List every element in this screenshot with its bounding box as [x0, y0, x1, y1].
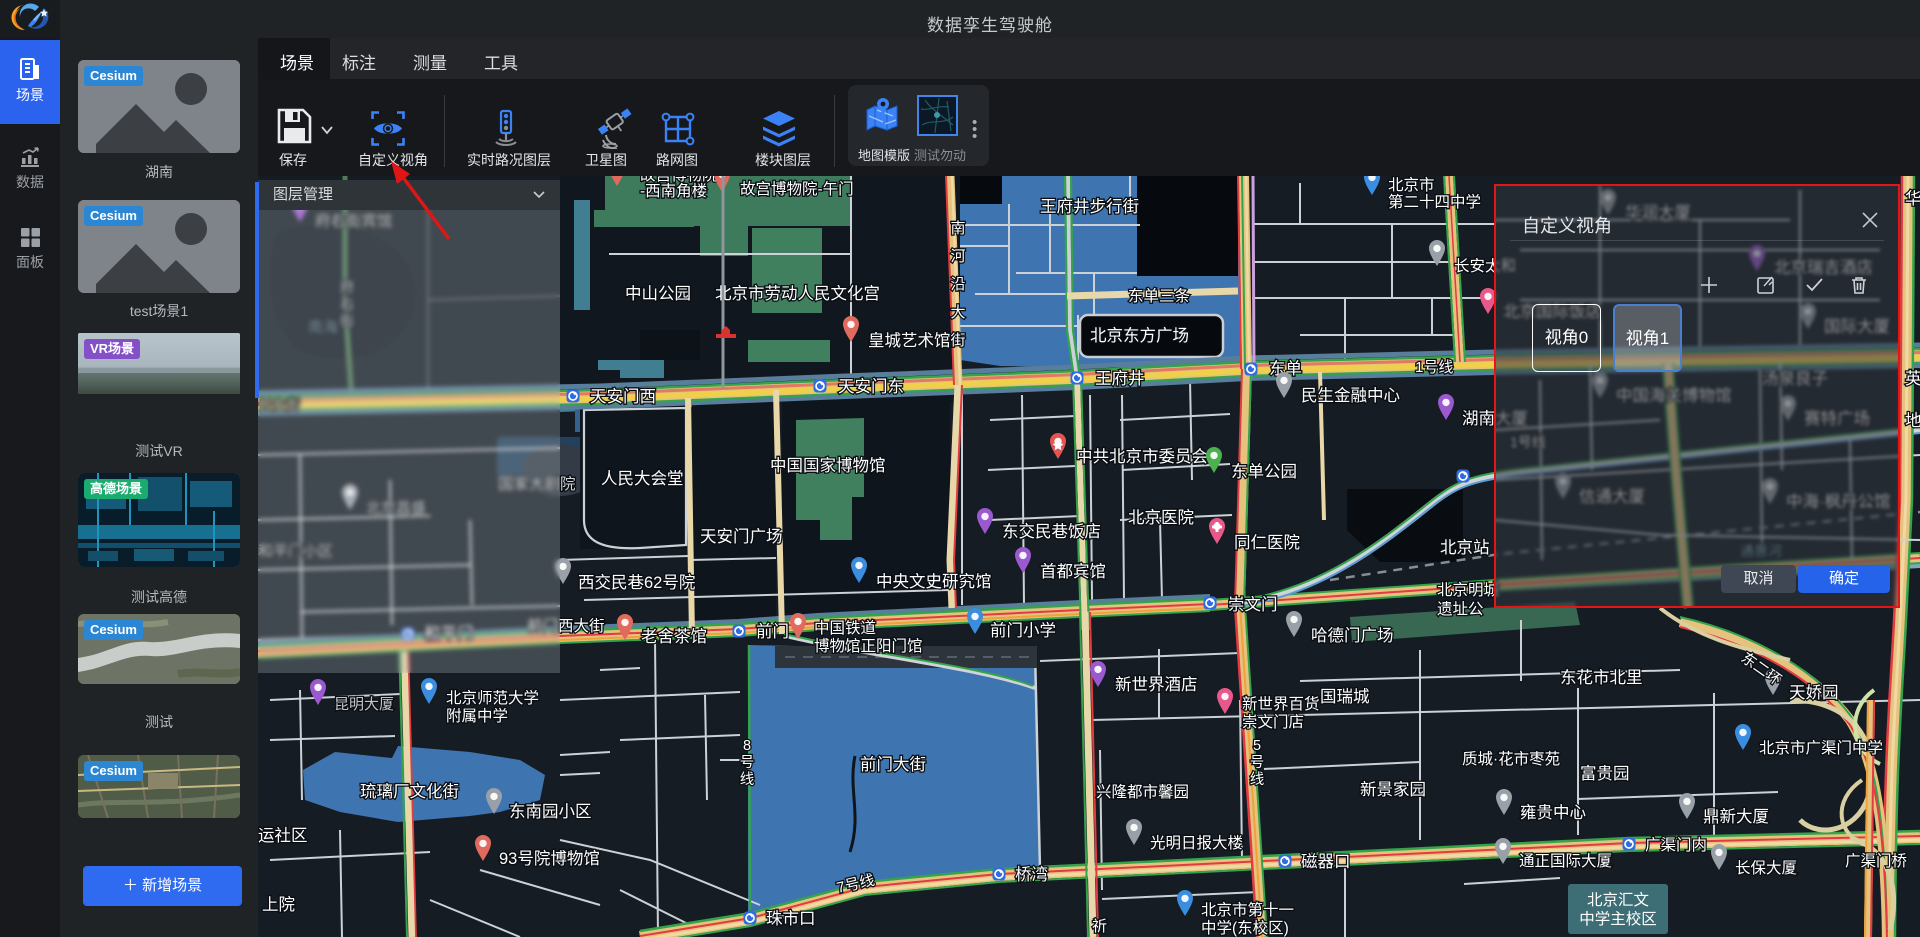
svg-text:人民大会堂: 人民大会堂 [601, 469, 684, 488]
svg-text:王府井: 王府井 [1095, 369, 1145, 388]
svg-text:国瑞城: 国瑞城 [1320, 687, 1370, 706]
svg-text:磁器口: 磁器口 [1301, 852, 1351, 871]
svg-text:鼎新大厦: 鼎新大厦 [1703, 807, 1769, 826]
svg-text:长保大厦: 长保大厦 [1735, 859, 1797, 877]
svg-text:雍贵中心: 雍贵中心 [1520, 803, 1586, 822]
svg-text:线: 线 [1250, 771, 1265, 788]
svg-text:1号线: 1号线 [1415, 359, 1453, 376]
svg-text:西交民巷62号院: 西交民巷62号院 [578, 573, 695, 592]
svg-text:北京市第十一: 北京市第十一 [1201, 901, 1294, 919]
svg-text:天安门西: 天安门西 [590, 387, 656, 406]
svg-text:线: 线 [740, 771, 755, 788]
svg-text:中学(东校区): 中学(东校区) [1201, 919, 1289, 937]
svg-text:附属中学: 附属中学 [446, 707, 508, 725]
svg-text:地: 地 [1905, 411, 1920, 430]
svg-text:珠市口: 珠市口 [766, 909, 816, 928]
svg-text:华: 华 [1905, 189, 1920, 208]
svg-text:号: 号 [740, 755, 755, 771]
svg-text:-西南角楼: -西南角楼 [640, 182, 707, 200]
svg-text:英: 英 [1905, 369, 1920, 388]
svg-text:光明日报大楼: 光明日报大楼 [1150, 834, 1243, 852]
svg-text:天娇园: 天娇园 [1789, 683, 1839, 702]
svg-text:民生金融中心: 民生金融中心 [1301, 386, 1400, 405]
svg-text:皇城艺术馆: 皇城艺术馆 [868, 331, 951, 350]
svg-text:崇文门: 崇文门 [1228, 595, 1278, 614]
svg-text:博物馆正阳门馆: 博物馆正阳门馆 [814, 637, 923, 655]
svg-text:质城·花市枣苑: 质城·花市枣苑 [1462, 750, 1560, 768]
svg-text:街: 街 [950, 332, 965, 349]
svg-text:北京东方广场: 北京东方广场 [1090, 326, 1189, 345]
svg-text:广渠门桥: 广渠门桥 [1845, 852, 1908, 870]
svg-text:故宫博物院-午门: 故宫博物院-午门 [740, 179, 854, 198]
svg-text:北京医院: 北京医院 [1128, 508, 1194, 527]
svg-text:8: 8 [743, 738, 751, 754]
svg-text:东花市北里: 东花市北里 [1560, 668, 1643, 687]
svg-text:新世界酒店: 新世界酒店 [1115, 675, 1198, 694]
svg-text:5: 5 [1253, 738, 1261, 754]
svg-text:北京市: 北京市 [1388, 176, 1435, 194]
svg-text:祈: 祈 [1092, 918, 1107, 935]
svg-text:中学主校区: 中学主校区 [1579, 910, 1657, 928]
svg-text:第二十四中学: 第二十四中学 [1388, 193, 1481, 211]
svg-text:沿: 沿 [950, 276, 965, 293]
svg-text:东交民巷饭店: 东交民巷饭店 [1002, 522, 1101, 541]
svg-text:北京站: 北京站 [1440, 538, 1490, 557]
svg-text:北京市劳动人民文化宫: 北京市劳动人民文化宫 [715, 284, 880, 303]
svg-text:富贵园: 富贵园 [1580, 764, 1630, 783]
svg-text:南: 南 [950, 220, 965, 237]
svg-text:昆明大厦: 昆明大厦 [334, 696, 394, 713]
svg-text:上院: 上院 [262, 895, 295, 914]
svg-text:前门小学: 前门小学 [990, 621, 1056, 640]
svg-text:王府井步行街: 王府井步行街 [1040, 197, 1139, 216]
svg-text:中山公园: 中山公园 [625, 284, 691, 303]
svg-text:天安门东: 天安门东 [838, 377, 904, 396]
svg-text:河: 河 [950, 248, 965, 265]
svg-text:老舍茶馆: 老舍茶馆 [641, 627, 707, 646]
svg-text:新世界百货: 新世界百货 [1242, 695, 1320, 713]
svg-text:东单公园: 东单公园 [1231, 462, 1297, 481]
svg-text:中国国家博物馆: 中国国家博物馆 [770, 456, 886, 475]
svg-text:93号院博物馆: 93号院博物馆 [499, 849, 600, 868]
svg-text:中央文史研究馆: 中央文史研究馆 [876, 572, 992, 591]
svg-text:首都宾馆: 首都宾馆 [1040, 562, 1106, 581]
svg-text:中共北京市委员会: 中共北京市委员会 [1076, 447, 1208, 466]
svg-text:桥湾: 桥湾 [1015, 865, 1048, 884]
svg-text:北京市广渠门中学: 北京市广渠门中学 [1759, 739, 1883, 757]
svg-text:哈德门广场: 哈德门广场 [1311, 626, 1394, 645]
svg-text:广渠门内: 广渠门内 [1645, 836, 1707, 854]
svg-text:琉璃厂文化街: 琉璃厂文化街 [360, 782, 459, 801]
svg-text:兴隆都市馨园: 兴隆都市馨园 [1096, 783, 1189, 801]
svg-text:通正国际大厦: 通正国际大厦 [1519, 852, 1612, 870]
svg-text:天安门广场: 天安门广场 [700, 527, 783, 546]
svg-text:北京师范大学: 北京师范大学 [446, 689, 539, 707]
svg-text:新景家园: 新景家园 [1360, 780, 1426, 799]
svg-text:前门大街: 前门大街 [860, 755, 926, 774]
svg-text:北京汇文: 北京汇文 [1587, 891, 1649, 909]
svg-text:前门: 前门 [756, 622, 789, 641]
svg-text:大: 大 [950, 304, 965, 321]
svg-text:同仁医院: 同仁医院 [1234, 533, 1300, 552]
svg-text:东南园小区: 东南园小区 [509, 802, 592, 821]
svg-text:东单三条: 东单三条 [1128, 287, 1190, 305]
svg-text:北京明城: 北京明城 [1437, 581, 1500, 599]
svg-text:遗址公: 遗址公 [1437, 600, 1484, 618]
svg-text:号: 号 [1250, 755, 1265, 771]
svg-text:运社区: 运社区 [258, 826, 308, 845]
svg-text:中国铁道: 中国铁道 [814, 619, 876, 637]
svg-text:崇文门店: 崇文门店 [1242, 713, 1304, 731]
